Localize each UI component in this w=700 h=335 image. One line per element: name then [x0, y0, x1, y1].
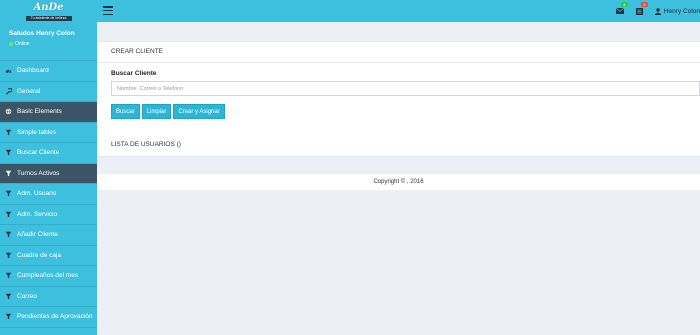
- logo-area[interactable]: AnDe Tu asistente de belleza: [0, 0, 97, 25]
- sidebar-item-label: Simple tables: [17, 128, 57, 136]
- sidebar-item-basic-elements[interactable]: Basic Elements: [0, 102, 97, 123]
- sidebar-item-label: Dashboard: [17, 67, 49, 75]
- sidebar-item-label: Cuadre de caja: [17, 251, 62, 259]
- search-input[interactable]: [111, 81, 700, 96]
- messages-badge: 4: [620, 2, 628, 7]
- sidebar-item-simple-tables[interactable]: Simple tables: [0, 123, 97, 143]
- logo-script: AnDe: [33, 2, 64, 13]
- box-divider: [97, 62, 700, 63]
- dashboard-icon: [5, 67, 12, 74]
- sidebar-item-buscar-cliente[interactable]: Buscar Cliente: [0, 143, 97, 164]
- user-list-title: LISTA DE USUARIOS (): [111, 141, 181, 148]
- online-dot-icon: [9, 42, 13, 46]
- sidebar-item-label: Correo: [17, 292, 37, 300]
- notifications-button[interactable]: 9: [635, 2, 648, 16]
- sidebar-item-label: Añadir Cliente: [17, 231, 58, 239]
- filter-icon: [5, 211, 12, 218]
- filter-icon: [5, 149, 12, 156]
- sidebar-item-general[interactable]: General: [0, 82, 97, 102]
- sidebar-item-label: Turnos Activos: [17, 169, 60, 177]
- user-menu[interactable]: Henry Colon: [654, 7, 700, 15]
- sidebar-item-correo[interactable]: Correo: [0, 287, 97, 307]
- sidebar-item-turnos-activos[interactable]: Turnos Activos: [0, 163, 97, 184]
- sidebar-item-label: Pendientes de Aprovación: [17, 313, 93, 321]
- filter-icon: [5, 272, 12, 279]
- sidebar-menu: Dashboard General Basic Elements Simple …: [0, 61, 97, 328]
- user-icon: [654, 7, 661, 15]
- search-label: Buscar Cliente: [111, 70, 157, 77]
- filter-icon: [5, 231, 12, 238]
- notifications-badge: 9: [640, 2, 648, 7]
- envelope-icon: [615, 8, 624, 14]
- copyright-text: Copyright © , 2016: [373, 179, 424, 185]
- sidebar: AnDe Tu asistente de belleza Saludos Hen…: [0, 0, 97, 335]
- sidebar-item-cuadre-de-caja[interactable]: Cuadre de caja: [0, 246, 97, 266]
- crear-cliente-box: CREAR CLIENTE Buscar Cliente Buscar Limp…: [97, 41, 700, 149]
- user-greeting: Saludos Henry Colon: [9, 30, 75, 37]
- footer: Copyright © , 2016: [97, 174, 700, 190]
- sidebar-item-label: Basic Elements: [17, 108, 62, 116]
- action-buttons: Buscar Limpiar Crear y Asignar: [111, 104, 225, 119]
- sidebar-item-label: Adm. Servicio: [17, 210, 58, 218]
- search-button[interactable]: Buscar: [111, 104, 140, 119]
- sidebar-item-dashboard[interactable]: Dashboard: [0, 61, 97, 82]
- user-status: Online: [9, 41, 97, 47]
- sidebar-item-label: Cumpleaños del mes: [17, 272, 79, 280]
- status-label: Online: [15, 41, 30, 47]
- user-list-box: LISTA DE USUARIOS (): [97, 135, 700, 157]
- messages-button[interactable]: 4: [615, 2, 628, 16]
- filter-icon: [5, 190, 12, 197]
- sidebar-item-label: Adm. Usuario: [17, 190, 57, 198]
- filter-icon: [5, 252, 12, 259]
- filter-icon: [5, 313, 12, 320]
- crear-cliente-title: CREAR CLIENTE: [111, 48, 164, 55]
- clear-button[interactable]: Limpiar: [141, 104, 172, 119]
- sidebar-item-adm-servicio[interactable]: Adm. Servicio: [0, 205, 97, 225]
- create-assign-button[interactable]: Crear y Asignar: [173, 104, 225, 119]
- navbar-right: 4 9 Henry Colon: [615, 2, 700, 18]
- filter-icon: [5, 129, 12, 136]
- sidebar-item-label: General: [17, 87, 41, 95]
- list-icon: [636, 7, 644, 15]
- globe-icon: [5, 108, 12, 115]
- hamburger-menu-icon[interactable]: [103, 6, 113, 16]
- sidebar-item-anadir-cliente[interactable]: Añadir Cliente: [0, 225, 97, 246]
- sidebar-item-adm-usuario[interactable]: Adm. Usuario: [0, 184, 97, 205]
- sidebar-item-pendientes[interactable]: Pendientes de Aprovación: [0, 307, 97, 328]
- top-navbar: 4 9 Henry Colon: [97, 0, 700, 22]
- sidebar-item-label: Buscar Cliente: [17, 149, 60, 157]
- sidebar-item-cumpleanos[interactable]: Cumpleaños del mes: [0, 266, 97, 287]
- logo-tagline: Tu asistente de belleza: [25, 16, 72, 21]
- user-panel: Saludos Henry Colon Online: [0, 25, 97, 61]
- filter-icon: [5, 293, 12, 300]
- brand-logo[interactable]: AnDe Tu asistente de belleza: [25, 1, 72, 23]
- user-menu-name: Henry Colon: [663, 7, 700, 15]
- wrench-icon: [5, 87, 12, 95]
- filter-icon: [5, 170, 12, 177]
- main-content: CREAR CLIENTE Buscar Cliente Buscar Limp…: [97, 22, 700, 335]
